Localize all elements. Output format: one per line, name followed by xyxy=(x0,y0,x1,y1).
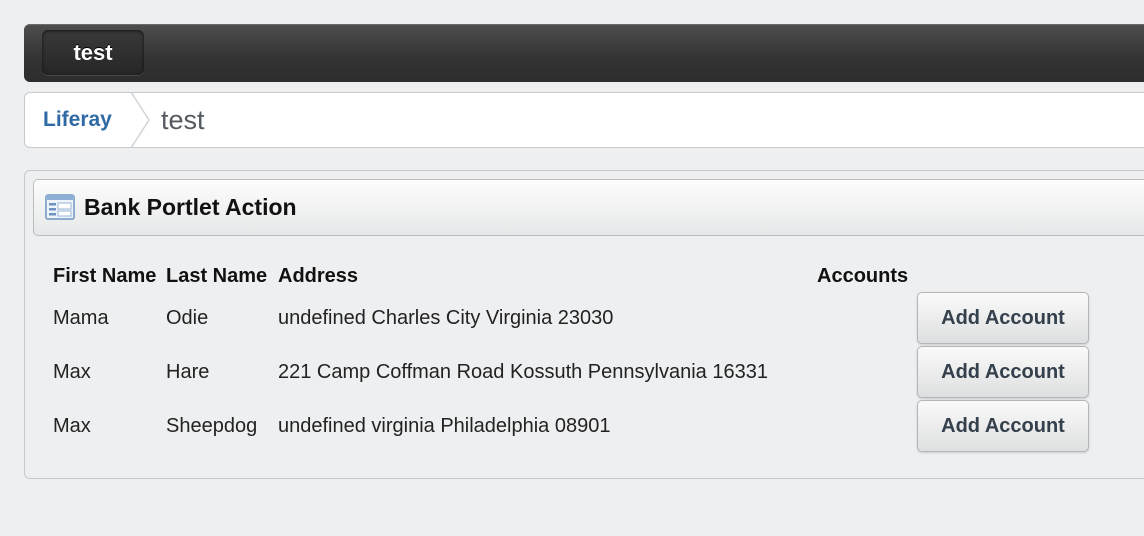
portlet-window-icon xyxy=(45,194,75,220)
breadcrumb-separator-icon xyxy=(130,93,150,147)
breadcrumb-home-link[interactable]: Liferay xyxy=(43,93,112,147)
add-account-button[interactable]: Add Account xyxy=(917,292,1089,344)
header-last-name: Last Name xyxy=(166,265,268,287)
row-2-last-name: Hare xyxy=(166,361,210,383)
row-1-first-name: Mama xyxy=(53,307,109,329)
row-1-last-name: Odie xyxy=(166,307,209,329)
row-2-first-name: Max xyxy=(53,361,91,383)
portlet-title: Bank Portlet Action xyxy=(84,194,297,220)
header-first-name: First Name xyxy=(53,265,157,287)
nav-tab-test[interactable]: test xyxy=(42,30,144,75)
breadcrumb-current: test xyxy=(161,105,205,135)
row-1-address: undefined Charles City Virginia 23030 xyxy=(278,307,614,329)
row-3-first-name: Max xyxy=(53,415,91,437)
row-3-last-name: Sheepdog xyxy=(166,415,258,437)
breadcrumb: Liferay test xyxy=(24,92,1144,148)
portlet-topper: Bank Portlet Action xyxy=(33,179,1144,236)
bank-portlet: Bank Portlet Action First Name Last Name… xyxy=(24,170,1144,479)
add-account-button[interactable]: Add Account xyxy=(917,346,1089,398)
header-address: Address xyxy=(278,265,359,287)
navigation-bar: test xyxy=(24,24,1144,82)
page: test Liferay test Bank Portlet Action Fi… xyxy=(0,0,1144,536)
row-3-address: undefined virginia Philadelphia 08901 xyxy=(278,415,611,437)
row-2-address: 221 Camp Coffman Road Kossuth Pennsylvan… xyxy=(278,361,768,383)
header-accounts: Accounts xyxy=(817,265,909,287)
add-account-button[interactable]: Add Account xyxy=(917,400,1089,452)
